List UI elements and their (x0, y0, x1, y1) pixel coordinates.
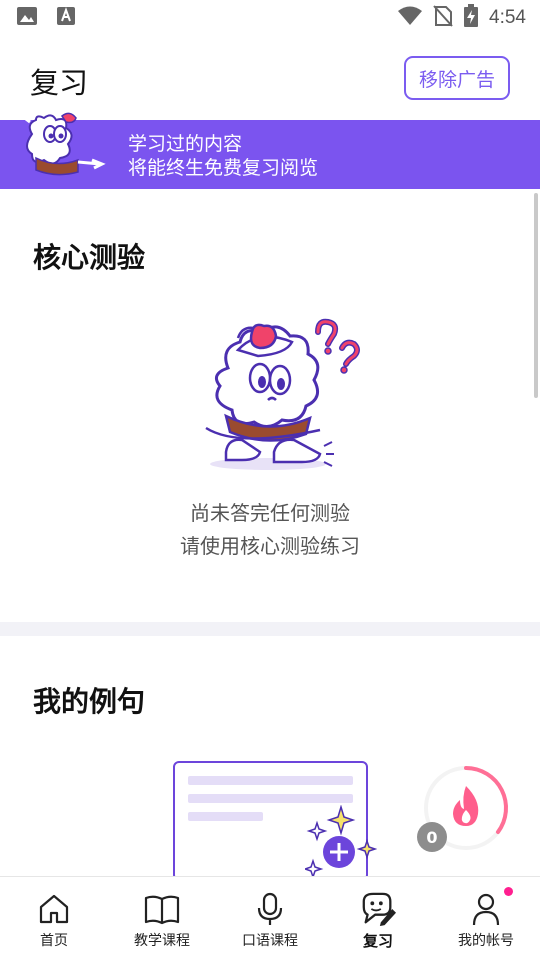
my-examples-title: 我的例句 (33, 685, 146, 718)
nav-item-home[interactable]: 首页 (0, 877, 108, 960)
scrollbar[interactable] (534, 193, 538, 398)
nav-label-review: 复习 (362, 932, 393, 950)
banner-text: 学习过的内容 将能终生免费复习阅览 (128, 132, 318, 180)
status-time: 4:54 (489, 7, 526, 28)
nav-item-account[interactable]: 我的帐号 (432, 877, 540, 960)
image-notification-icon (16, 6, 38, 30)
mascot-icon (22, 112, 106, 176)
notification-dot (504, 887, 513, 896)
add-sentence-icon (305, 805, 377, 877)
account-icon (468, 891, 504, 927)
font-notification-icon (56, 6, 76, 30)
remove-ads-button[interactable]: 移除广告 (404, 56, 510, 100)
battery-charging-icon (463, 4, 479, 32)
nav-label-account: 我的帐号 (458, 933, 514, 949)
wifi-icon (397, 6, 423, 30)
review-icon (360, 891, 396, 927)
empty-quiz-line-1: 尚未答完任何测验 (190, 501, 350, 525)
empty-quiz-line-2: 请使用核心测验练习 (180, 534, 360, 558)
page-title: 复习 (30, 66, 89, 100)
header: 复习 移除广告 (0, 44, 540, 114)
nav-item-speaking[interactable]: 口语课程 (216, 877, 324, 960)
nav-item-review[interactable]: 复习 (324, 877, 432, 960)
home-icon (36, 891, 72, 927)
streak-count-badge: 0 (417, 822, 447, 852)
core-quiz-title: 核心测验 (33, 241, 146, 274)
status-bar: 4:54 (0, 0, 540, 36)
nav-item-courses[interactable]: 教学课程 (108, 877, 216, 960)
book-icon (144, 891, 180, 927)
banner-line-1: 学习过的内容 (128, 133, 243, 155)
microphone-icon (252, 891, 288, 927)
promo-banner[interactable]: 学习过的内容 将能终生免费复习阅览 (0, 112, 540, 189)
nav-label-home: 首页 (40, 933, 68, 949)
bottom-navigation: 首页 教学课程 口语课程 复习 我的帐号 (0, 876, 540, 960)
mascot-confused-illustration (205, 318, 360, 470)
nav-label-courses: 教学课程 (134, 933, 190, 949)
nav-label-speaking: 口语课程 (242, 933, 298, 949)
section-divider (0, 622, 540, 636)
banner-line-2: 将能终生免费复习阅览 (128, 157, 319, 179)
empty-quiz-message: 尚未答完任何测验 请使用核心测验练习 (0, 497, 540, 563)
no-sim-icon (433, 5, 453, 31)
